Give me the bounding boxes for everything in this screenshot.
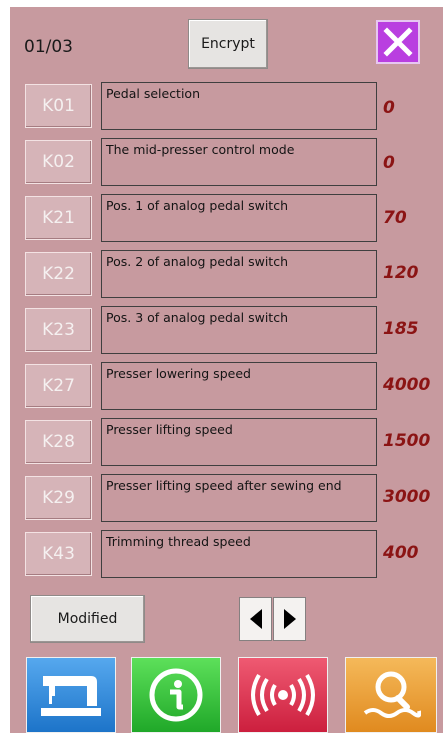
param-description: Presser lifting speed (101, 418, 377, 466)
param-description: Presser lowering speed (101, 362, 377, 410)
param-code-button-k01[interactable]: K01 (25, 84, 92, 128)
close-icon (383, 27, 413, 57)
next-page-button[interactable] (273, 597, 306, 641)
arrow-left-icon (249, 609, 262, 629)
param-description: The mid-presser control mode (101, 138, 377, 186)
param-code-button-k21[interactable]: K21 (25, 196, 92, 240)
param-description: Pos. 2 of analog pedal switch (101, 250, 377, 298)
param-code-button-k29[interactable]: K29 (25, 476, 92, 520)
param-description: Pedal selection (101, 82, 377, 130)
sewing-machine-icon (41, 676, 101, 716)
param-value[interactable]: 185 (383, 319, 419, 339)
param-code-button-k23[interactable]: K23 (25, 308, 92, 352)
param-code-button-k27[interactable]: K27 (25, 364, 92, 408)
param-description: Presser lifting speed after sewing end (101, 474, 377, 522)
param-value[interactable]: 400 (383, 543, 419, 563)
param-value[interactable]: 120 (383, 263, 419, 283)
param-value[interactable]: 0 (383, 98, 395, 118)
param-code-button-k22[interactable]: K22 (25, 252, 92, 296)
arrow-right-icon (283, 609, 296, 629)
param-value[interactable]: 0 (383, 153, 395, 173)
encrypt-button[interactable]: Encrypt (188, 19, 268, 69)
param-description: Trimming thread speed (101, 530, 377, 578)
param-value[interactable]: 70 (383, 208, 407, 228)
param-description: Pos. 3 of analog pedal switch (101, 306, 377, 354)
param-value[interactable]: 4000 (383, 375, 430, 395)
param-code-button-k02[interactable]: K02 (25, 140, 92, 184)
param-code-button-k28[interactable]: K28 (25, 420, 92, 464)
sewing-mode-button[interactable] (26, 657, 116, 733)
param-value[interactable]: 3000 (383, 487, 430, 507)
info-icon (149, 668, 203, 722)
param-code-button-k43[interactable]: K43 (25, 532, 92, 576)
signal-button[interactable] (238, 657, 328, 733)
page-indicator: 01/03 (24, 37, 73, 57)
parameter-screen: 01/03 Encrypt K01 Pedal selection 0 K02 … (10, 7, 443, 733)
param-value[interactable]: 1500 (383, 431, 430, 451)
param-description: Pos. 1 of analog pedal switch (101, 194, 377, 242)
close-button[interactable] (376, 20, 420, 64)
signal-icon (251, 673, 315, 717)
modified-button[interactable]: Modified (30, 595, 145, 643)
modified-button-label: Modified (57, 611, 118, 627)
search-icon (363, 671, 421, 718)
encrypt-button-label: Encrypt (201, 36, 255, 52)
prev-page-button[interactable] (239, 597, 272, 641)
info-button[interactable] (131, 657, 221, 733)
search-button[interactable] (345, 657, 437, 733)
